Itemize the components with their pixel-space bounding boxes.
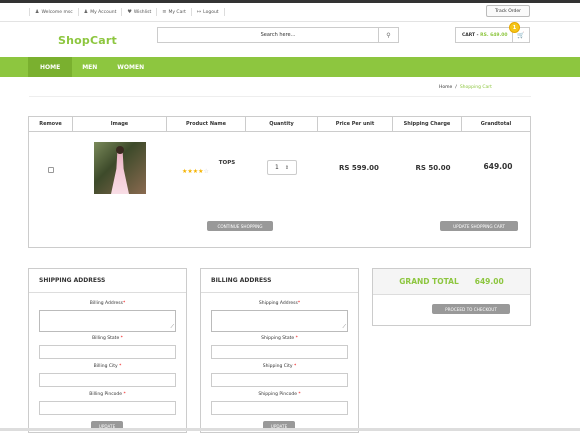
cart-widget[interactable]: CART - RS. 649.00 🛒 1 xyxy=(455,22,530,43)
shipping-address-label: Billing Address* xyxy=(89,301,126,306)
col-remove: Remove xyxy=(29,117,73,131)
product-rating: ★★★★☆ xyxy=(182,168,209,175)
shipping-address-textarea[interactable]: ⟋ xyxy=(39,310,176,332)
shipping-city-input[interactable] xyxy=(39,373,176,387)
product-dress-shape xyxy=(111,152,129,194)
main-nav: HOME MEN WOMEN xyxy=(0,57,580,77)
account-icon: ♟ xyxy=(83,9,89,15)
nav-item-home[interactable]: HOME xyxy=(28,57,73,77)
wishlist-link[interactable]: ♥ Wishlist xyxy=(122,8,158,16)
shipping-pincode-input[interactable] xyxy=(39,401,176,415)
breadcrumb: Home / Shopping Cart xyxy=(439,85,492,90)
billing-address-panel: BILLING ADDRESS Shipping Address* ⟋ Ship… xyxy=(200,268,359,433)
update-cart-button[interactable]: UPDATE SHOPPING CART xyxy=(440,221,518,231)
billing-address-label: Shipping Address* xyxy=(258,301,301,306)
star-icon: ★★★★ xyxy=(182,168,204,175)
top-links: ♟ Welcome msc ♟ My Account ♥ Wishlist ≡ My C… xyxy=(29,7,225,17)
heart-icon: ♥ xyxy=(127,9,132,15)
shipping-city-label: Billing City * xyxy=(93,364,122,369)
billing-city-input[interactable] xyxy=(211,373,348,387)
shipping-panel-title: SHIPPING ADDRESS xyxy=(29,269,186,293)
billing-state-label: Shipping State * xyxy=(261,336,298,341)
shipping-address-panel: SHIPPING ADDRESS Billing Address* ⟋ Bill… xyxy=(28,268,187,433)
shipping-charge: RS 50.00 xyxy=(415,164,451,172)
spinner-arrows-icon[interactable]: ⇕ xyxy=(285,165,289,171)
cart-table: Remove Image Product Name Quantity Price… xyxy=(28,116,531,248)
divider xyxy=(29,96,531,97)
grand-total-label: GRAND TOTAL xyxy=(399,277,459,286)
nav-item-men[interactable]: MEN xyxy=(72,57,107,77)
shipping-pincode-label: Billing Pincode * xyxy=(89,392,126,397)
cart-label: CART - RS. 649.00 xyxy=(462,32,508,38)
billing-panel-title: BILLING ADDRESS xyxy=(201,269,358,293)
shipping-state-input[interactable] xyxy=(39,345,176,359)
my-account-link[interactable]: ♟ My Account xyxy=(79,8,123,16)
cart-icon: ≡ xyxy=(162,9,167,15)
billing-city-label: Shipping City * xyxy=(262,364,297,369)
product-name-link[interactable]: TOPS xyxy=(192,160,262,166)
logout-icon: ↦ xyxy=(196,9,202,15)
col-grandtotal: Grandtotal xyxy=(480,121,512,127)
col-quantity: Quantity xyxy=(246,117,318,131)
search-input[interactable] xyxy=(158,28,378,42)
grand-total-header: GRAND TOTAL 649.00 xyxy=(373,269,530,295)
quantity-value: 1 xyxy=(274,164,279,171)
resize-grip-icon: ⟋ xyxy=(342,324,346,330)
billing-pincode-input[interactable] xyxy=(211,401,348,415)
proceed-to-checkout-button[interactable]: PROCEED TO CHECKOUT xyxy=(432,304,510,314)
product-model-head xyxy=(116,146,124,154)
cart-count-badge: 1 xyxy=(509,22,520,33)
billing-pincode-label: Shipping Pincode * xyxy=(258,392,301,397)
resize-grip-icon: ⟋ xyxy=(170,324,174,330)
shipping-state-label: Billing State * xyxy=(92,336,123,341)
grand-total-panel: GRAND TOTAL 649.00 xyxy=(372,268,531,326)
nav-item-women[interactable]: WOMEN xyxy=(107,57,154,77)
breadcrumb-separator: / xyxy=(455,85,457,90)
col-price: Price Per unit xyxy=(318,117,393,131)
search-icon: ⚲ xyxy=(386,31,391,39)
search-bar: ⚲ xyxy=(157,27,399,43)
product-image[interactable] xyxy=(94,142,146,194)
breadcrumb-home[interactable]: Home xyxy=(439,85,452,90)
breadcrumb-current: Shopping Cart xyxy=(459,85,492,90)
row-grandtotal: 649.00 xyxy=(483,162,513,171)
my-cart-link[interactable]: ≡ My Cart xyxy=(157,8,192,16)
welcome-link[interactable]: ♟ Welcome msc xyxy=(29,8,79,16)
remove-checkbox[interactable] xyxy=(48,167,54,173)
billing-state-input[interactable] xyxy=(211,345,348,359)
continue-shopping-button[interactable]: CONTINUE SHOPPING xyxy=(207,221,273,231)
user-icon: ♟ xyxy=(35,9,40,15)
quantity-stepper[interactable]: 1 ⇕ xyxy=(267,160,297,175)
logout-link[interactable]: ↦ Logout xyxy=(192,8,225,16)
billing-address-textarea[interactable]: ⟋ xyxy=(211,310,348,332)
star-empty-icon: ☆ xyxy=(203,168,209,175)
col-shipping: Shipping Charge xyxy=(393,117,462,131)
cart-amount: RS. 649.00 xyxy=(480,32,508,38)
col-product-name: Product Name xyxy=(167,117,246,131)
track-order-button[interactable]: Track Order xyxy=(486,5,530,17)
col-image: Image xyxy=(73,117,167,131)
cart-table-header: Remove Image Product Name Quantity Price… xyxy=(29,117,530,132)
logo[interactable]: ShopCart xyxy=(58,34,117,47)
grand-total-value: 649.00 xyxy=(474,277,504,286)
search-button[interactable]: ⚲ xyxy=(378,28,398,42)
unit-price: RS 599.00 xyxy=(339,164,379,172)
